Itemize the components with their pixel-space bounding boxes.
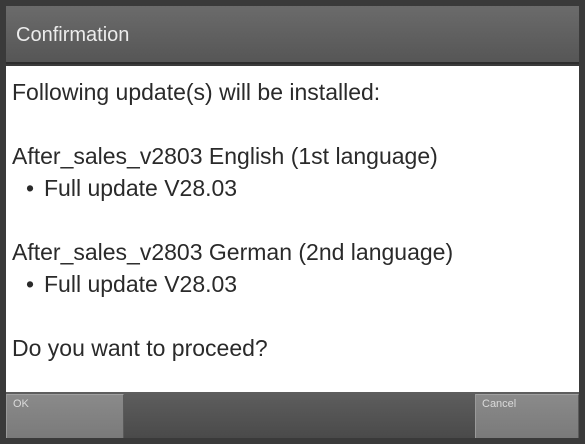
update-name-german: After_sales_v2803 German (2nd language) — [12, 239, 454, 265]
update-detail-english: • Full update V28.03 — [12, 172, 571, 204]
intro-text: Following update(s) will be installed: — [12, 79, 381, 105]
confirmation-dialog: Confirmation Following update(s) will be… — [0, 0, 585, 444]
dialog-content: Following update(s) will be installed: A… — [6, 66, 579, 392]
bullet-icon: • — [26, 271, 35, 297]
update-detail-text: Full update V28.03 — [44, 175, 238, 201]
update-detail-text: Full update V28.03 — [44, 271, 238, 297]
button-bar: OK Cancel — [6, 392, 579, 438]
bullet-icon: • — [26, 175, 35, 201]
ok-button[interactable]: OK — [6, 394, 124, 438]
cancel-button[interactable]: Cancel — [475, 394, 579, 438]
update-name-english: After_sales_v2803 English (1st language) — [12, 143, 438, 169]
proceed-question: Do you want to proceed? — [12, 335, 268, 361]
update-detail-german: • Full update V28.03 — [12, 268, 571, 300]
dialog-title: Confirmation — [6, 6, 579, 64]
